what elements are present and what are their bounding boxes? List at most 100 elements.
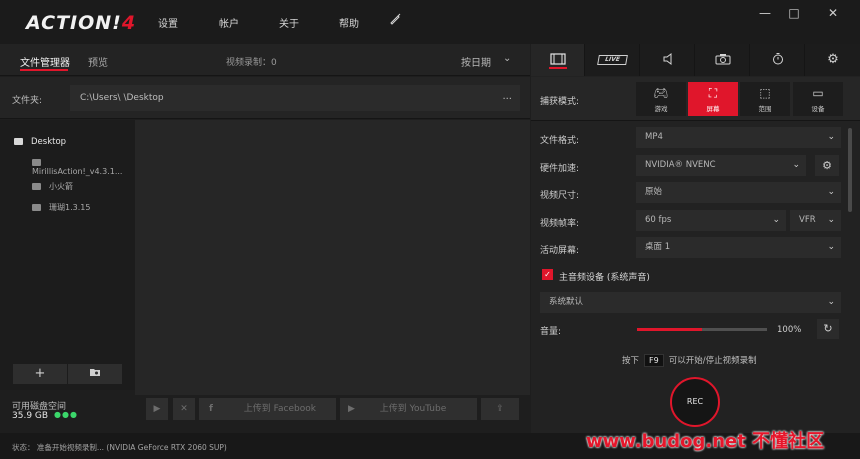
upload-button[interactable]: ⇪ (481, 398, 519, 420)
record-button[interactable]: REC (670, 377, 720, 427)
tab-audio[interactable] (641, 44, 695, 76)
file-manager-header: 文件管理器 预览 视频录制：0 按日期 ⌄ (0, 44, 530, 76)
chevron-down-icon: ⌄ (827, 187, 835, 197)
chevron-down-icon: ⌄ (827, 242, 835, 252)
tree-item-desktop[interactable]: Desktop (14, 137, 66, 147)
upload-facebook-button[interactable]: f 上传到 Facebook (199, 398, 336, 420)
title-bar: ACTION!4 设置 帐户 关于 帮助 — □ ✕ (0, 0, 860, 44)
hw-accel-row: 硬件加速: NVIDIA® NVENC ⌄ ⚙ (531, 152, 851, 179)
close-button[interactable]: ✕ (826, 6, 840, 20)
add-folder-button[interactable]: + (13, 364, 67, 384)
reset-icon: ↻ (823, 322, 833, 335)
capture-mode-label: 捕获模式: (540, 97, 580, 107)
capture-mode-label-game: 游戏 (654, 105, 668, 113)
video-size-row: 视频尺寸: 原始 ⌄ (531, 179, 851, 206)
upload-facebook-label: 上传到 Facebook (243, 404, 316, 414)
main-audio-label: 主音频设备 (系统声音) (559, 273, 650, 283)
screen-icon: ⛶ (708, 86, 718, 100)
browse-folder-button[interactable]: ... (502, 91, 512, 102)
capture-mode-region[interactable]: ⬚ 范围 (740, 82, 790, 116)
device-icon: ▭ (812, 86, 824, 100)
file-action-bar: ▶ ✕ f 上传到 Facebook ▶ 上传到 YouTube ⇪ (135, 395, 530, 425)
framerate-mode-select[interactable]: VFR ⌄ (790, 210, 841, 231)
region-icon: ⬚ (759, 86, 771, 100)
chevron-down-icon[interactable]: ⌄ (503, 53, 511, 64)
hw-accel-select[interactable]: NVIDIA® NVENC ⌄ (636, 155, 806, 176)
audio-device-row: 系统默认 ⌄ (531, 289, 851, 316)
tab-settings[interactable]: ⚙ (806, 44, 860, 76)
maximize-button[interactable]: □ (787, 6, 801, 20)
file-format-select[interactable]: MP4 ⌄ (636, 127, 841, 148)
tab-live[interactable]: LIVE (586, 44, 640, 76)
disk-status-dots: ●●● (54, 410, 78, 419)
framerate-label: 视频帧率: (540, 219, 580, 229)
tab-active-indicator (20, 69, 68, 71)
capture-mode-row: 捕获模式: 🎮︎ 游戏 ⛶ 屏幕 ⬚ 范围 ▭ 设备 (531, 77, 860, 121)
tree-item[interactable]: 珊瑚1.3.15 (32, 202, 90, 213)
folder-row: 文件夹: C:\Users\ \Desktop ... (0, 77, 530, 119)
app-logo: ACTION!4 (26, 12, 137, 34)
framerate-row: 视频帧率: 60 fps ⌄ VFR ⌄ (531, 207, 851, 234)
brush-icon[interactable] (389, 13, 401, 28)
audio-device-select[interactable]: 系统默认 ⌄ (540, 292, 841, 313)
framerate-select[interactable]: 60 fps ⌄ (636, 210, 786, 231)
folder-icon (32, 204, 41, 211)
menu-settings[interactable]: 设置 (158, 15, 178, 30)
upload-youtube-label: 上传到 YouTube (379, 404, 447, 414)
disk-space-value: 35.9 GB (12, 411, 49, 421)
chevron-down-icon: ⌄ (772, 215, 780, 225)
menu-account[interactable]: 帐户 (219, 15, 239, 30)
folder-label: 文件夹: (12, 96, 43, 106)
capture-mode-screen[interactable]: ⛶ 屏幕 (688, 82, 738, 116)
volume-reset-button[interactable]: ↻ (817, 319, 839, 339)
live-icon: LIVE (597, 55, 628, 65)
chevron-down-icon: ⌄ (827, 215, 835, 225)
hotkey-key: F9 (644, 354, 664, 367)
recording-tabs: LIVE ⚙ (531, 44, 860, 76)
menu-help[interactable]: 帮助 (339, 15, 359, 30)
film-icon (549, 53, 566, 65)
volume-label: 音量: (540, 327, 562, 337)
volume-slider-fill (637, 328, 702, 331)
menu-about[interactable]: 关于 (279, 15, 299, 30)
active-screen-row: 活动屏幕: 桌面 1 ⌄ (531, 234, 851, 261)
chevron-down-icon: ⌄ (792, 160, 800, 170)
settings-scrollbar[interactable] (848, 128, 852, 212)
active-screen-select[interactable]: 桌面 1 ⌄ (636, 237, 841, 258)
capture-mode-game[interactable]: 🎮︎ 游戏 (636, 82, 686, 116)
record-count: 视频录制：0 (226, 58, 277, 68)
chevron-down-icon: ⌄ (827, 132, 835, 142)
play-button[interactable]: ▶ (146, 398, 168, 420)
camera-icon (715, 54, 730, 65)
folder-icon (32, 159, 41, 166)
tab-timer[interactable] (751, 44, 805, 76)
volume-slider[interactable] (637, 328, 767, 331)
tab-preview[interactable]: 预览 (88, 54, 108, 69)
active-screen-label: 活动屏幕: (540, 246, 580, 256)
gamepad-icon: 🎮︎ (653, 86, 669, 100)
tab-screenshot[interactable] (696, 44, 750, 76)
sort-dropdown[interactable]: 按日期 (461, 54, 491, 69)
file-content-area[interactable] (135, 120, 530, 395)
video-size-select[interactable]: 原始 ⌄ (636, 182, 841, 203)
capture-mode-device[interactable]: ▭ 设备 (793, 82, 843, 116)
gear-icon: ⚙ (827, 52, 839, 67)
tree-item[interactable]: MirillisAction!_v4.3.1... (32, 158, 135, 176)
watermark: www.budog.net 不懂社区 (586, 431, 825, 452)
file-format-label: 文件格式: (540, 136, 580, 146)
hw-accel-settings-button[interactable]: ⚙ (815, 155, 839, 176)
folder-path-field[interactable]: C:\Users\ \Desktop ... (70, 85, 520, 111)
tree-item[interactable]: 小火箭 (32, 181, 73, 192)
gear-icon: ⚙ (822, 159, 832, 172)
folder-settings-button[interactable] (68, 364, 122, 384)
upload-youtube-button[interactable]: ▶ 上传到 YouTube (340, 398, 477, 420)
volume-value: 100% (777, 325, 802, 335)
folder-path-text: C:\Users\ \Desktop (80, 93, 164, 103)
folder-icon (14, 138, 23, 145)
tab-video[interactable] (531, 44, 585, 76)
delete-button[interactable]: ✕ (173, 398, 195, 420)
minimize-button[interactable]: — (758, 6, 772, 20)
tab-file-manager[interactable]: 文件管理器 (20, 54, 70, 69)
main-audio-checkbox[interactable]: ✓ (542, 269, 553, 280)
stopwatch-icon (772, 53, 783, 65)
